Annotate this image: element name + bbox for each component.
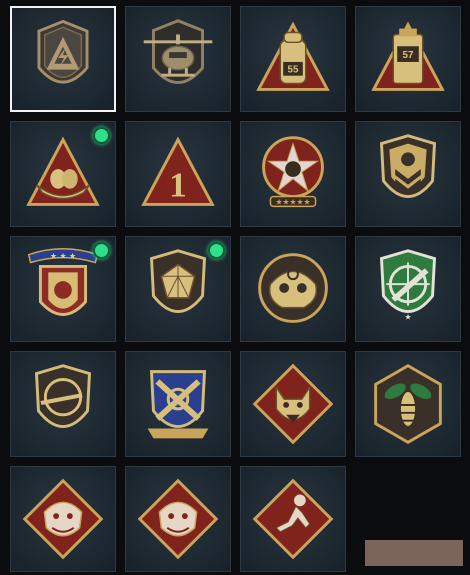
emblem-tile-1[interactable] [10, 6, 116, 112]
chevron-shield-icon [379, 134, 437, 198]
emblem-tile-12[interactable]: ★ [355, 236, 461, 342]
emblem-tile-9[interactable]: ★ ★ ★ [10, 236, 116, 342]
star-skull-badge-icon: ★★★★★ [262, 136, 324, 208]
ghost-mask-icon [258, 253, 328, 323]
emblem-tile-2[interactable] [125, 6, 231, 112]
svg-text:★★★★★: ★★★★★ [275, 197, 310, 206]
emblem-tile-10[interactable] [125, 236, 231, 342]
svg-text:★ ★ ★: ★ ★ ★ [50, 252, 76, 261]
emblem-text-57: 57 [403, 50, 414, 61]
emblem-tile-17[interactable] [10, 466, 116, 572]
emblem-tile-11[interactable] [240, 236, 346, 342]
new-indicator-dot [93, 127, 110, 144]
emblem-tile-4[interactable]: 57 [355, 6, 461, 112]
dragon-diamond-icon [22, 478, 104, 560]
emblem-tile-18[interactable] [125, 466, 231, 572]
emblem-grid: 55 57 1 ★★★★★ ★ ★ ★ ★ [0, 0, 470, 575]
crossed-bullets-shield-icon [147, 370, 209, 439]
emblem-text-55: 55 [288, 65, 299, 76]
emblem-tile-8[interactable] [355, 121, 461, 227]
emblem-text-1: 1 [169, 166, 187, 205]
new-indicator-dot [93, 242, 110, 259]
helicopter-shield-icon [143, 19, 213, 84]
emblem-tile-15[interactable] [240, 351, 346, 457]
emblem-tile-13[interactable] [10, 351, 116, 457]
running-figure-diamond-icon [252, 478, 334, 560]
new-indicator-dot [208, 242, 225, 259]
emblem-tile-14[interactable] [125, 351, 231, 457]
emblem-tile-3[interactable]: 55 [240, 6, 346, 112]
emblem-tile-16[interactable] [355, 351, 461, 457]
emblem-tile-6[interactable]: 1 [125, 121, 231, 227]
rifle-crosshair-shield-icon [34, 364, 92, 428]
backpack-55-icon: 55 [256, 21, 330, 91]
wolf-diamond-icon [252, 363, 334, 445]
tag-57-icon: 57 [371, 21, 445, 91]
page-indicator-bar [365, 540, 463, 566]
emblem-tile-7[interactable]: ★★★★★ [240, 121, 346, 227]
dragon-diamond-icon [137, 478, 219, 560]
green-rifle-crosshair-icon: ★ [379, 249, 437, 321]
svg-text:★: ★ [404, 312, 411, 321]
emblem-tile-19[interactable] [240, 466, 346, 572]
emblem-tile-5[interactable] [10, 121, 116, 227]
hornet-hexagon-icon [374, 364, 442, 444]
triangle-bolt-shield-icon [37, 19, 89, 84]
number-one-triangle-icon: 1 [141, 136, 215, 206]
